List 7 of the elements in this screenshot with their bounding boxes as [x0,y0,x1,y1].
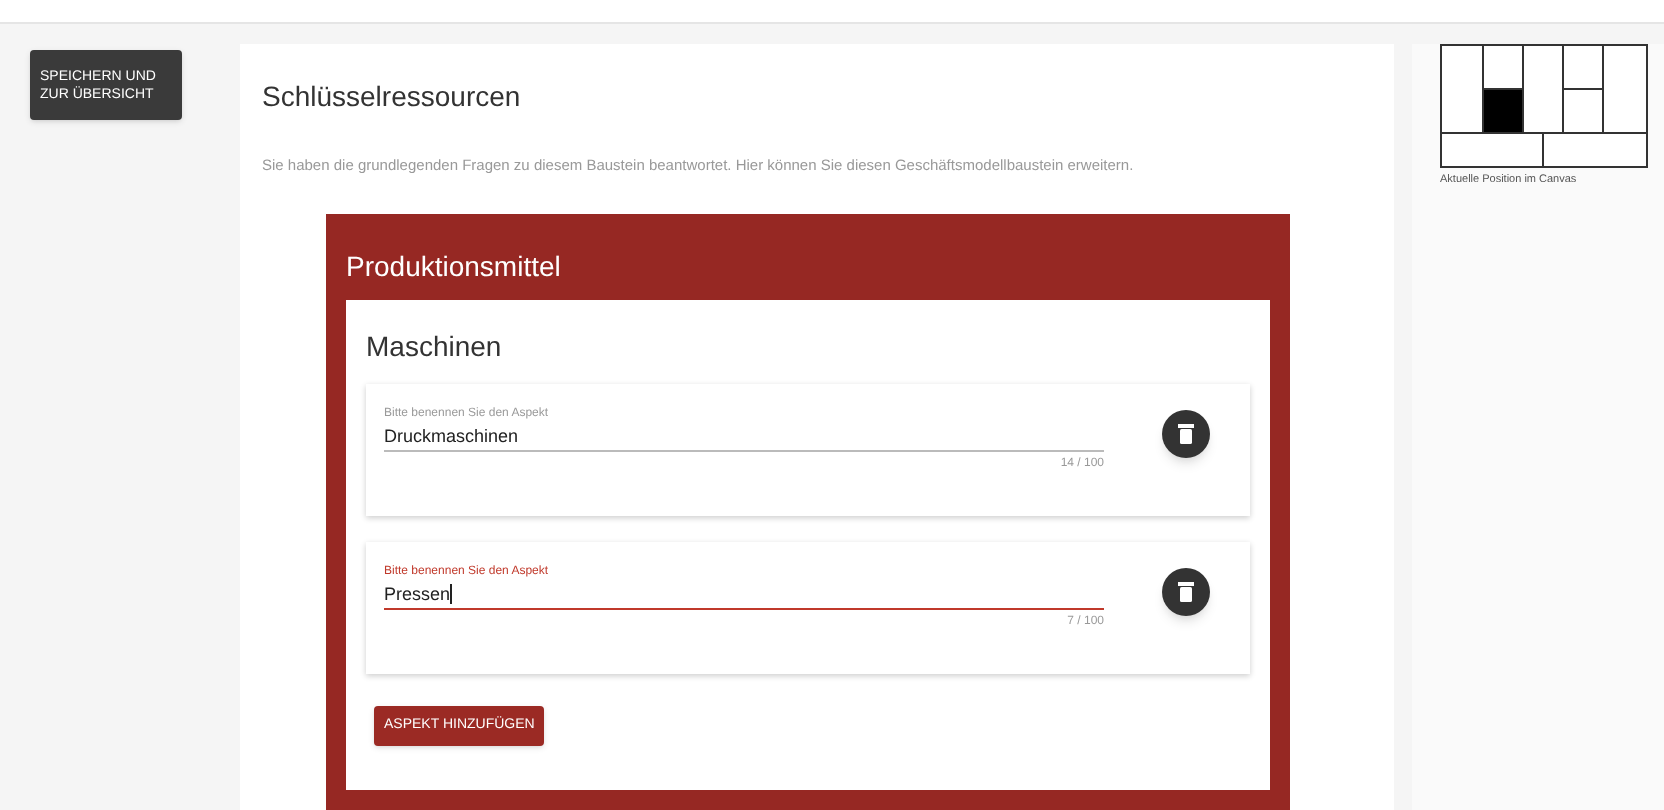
section-title: Produktionsmittel [346,248,563,285]
page-title: Schlüsselressourcen [262,78,523,116]
delete-button[interactable] [1162,410,1210,459]
delete-button[interactable] [1162,568,1210,617]
trash-icon [1178,582,1194,603]
group-title: Maschinen [366,328,504,365]
trash-icon [1178,424,1194,445]
